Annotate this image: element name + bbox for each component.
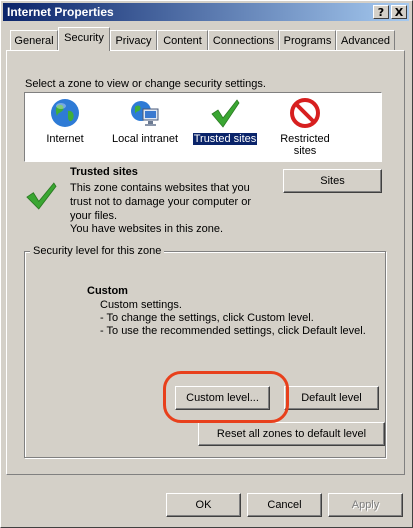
close-button[interactable]: X	[391, 5, 407, 19]
zone-desc-line: your files.	[70, 210, 118, 222]
intranet-icon	[131, 101, 159, 126]
zone-internet-label: Internet	[46, 133, 84, 145]
level-title: Custom	[87, 285, 128, 297]
tab-content[interactable]: Content	[157, 30, 208, 50]
zone-desc-line: This zone contains websites that you	[70, 182, 250, 194]
tab-connections[interactable]: Connections	[208, 30, 279, 50]
level-line: Custom settings.	[100, 299, 182, 311]
zone-restricted-label-line2: sites	[293, 145, 317, 157]
tab-security[interactable]: Security	[58, 27, 110, 51]
tab-general[interactable]: General	[10, 30, 58, 50]
restricted-icon	[290, 98, 320, 128]
select-zone-label: Select a zone to view or change security…	[25, 78, 266, 90]
zone-restricted-sites[interactable]: Restricted sites	[265, 93, 345, 163]
window-title: Internet Properties	[7, 5, 114, 19]
security-level-group-title: Security level for this zone	[30, 245, 165, 257]
zone-local-intranet[interactable]: Local intranet	[105, 93, 185, 163]
sites-button[interactable]: Sites	[283, 169, 382, 193]
level-line: - To use the recommended settings, click…	[100, 325, 366, 337]
default-level-button[interactable]: Default level	[284, 386, 379, 410]
zone-restricted-label-line1: Restricted	[280, 133, 330, 145]
reset-all-zones-button[interactable]: Reset all zones to default level	[198, 422, 385, 446]
checkmark-icon	[26, 182, 57, 210]
zone-local-intranet-label: Local intranet	[111, 133, 179, 145]
custom-level-button[interactable]: Custom level...	[175, 386, 270, 410]
globe-icon	[51, 99, 79, 127]
zone-internet[interactable]: Internet	[25, 93, 105, 163]
cancel-button[interactable]: Cancel	[247, 493, 322, 517]
ok-button[interactable]: OK	[166, 493, 241, 517]
apply-button[interactable]: Apply	[328, 493, 403, 517]
help-button[interactable]: ?	[373, 5, 389, 19]
zone-list: Internet Local intranet Trusted sites Re…	[24, 92, 382, 162]
zone-trusted-sites-label: Trusted sites	[191, 132, 259, 146]
tab-privacy[interactable]: Privacy	[110, 30, 157, 50]
zone-desc-line: trust not to damage your computer or	[70, 196, 251, 208]
zone-title: Trusted sites	[70, 166, 138, 178]
level-line: - To change the settings, click Custom l…	[100, 312, 314, 324]
tab-advanced[interactable]: Advanced	[336, 30, 395, 50]
zone-trusted-sites[interactable]: Trusted sites	[185, 93, 265, 163]
zone-desc-line: You have websites in this zone.	[70, 223, 224, 235]
tab-programs[interactable]: Programs	[279, 30, 336, 50]
title-bar[interactable]: Internet Properties ? X	[3, 3, 409, 21]
checkmark-icon	[211, 99, 240, 128]
